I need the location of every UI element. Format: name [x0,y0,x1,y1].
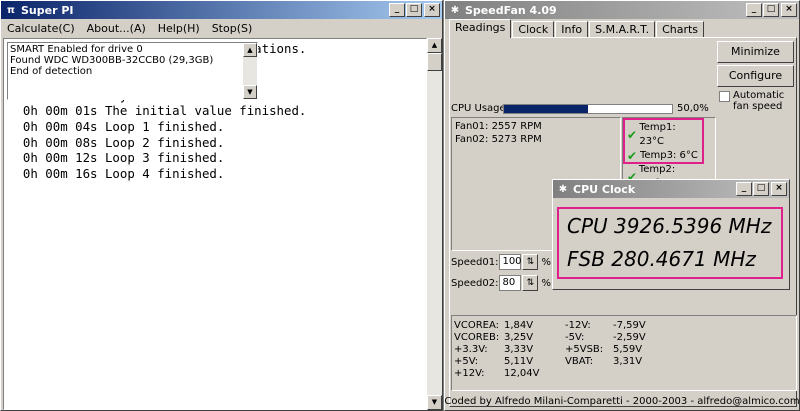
maximize-button[interactable]: □ [763,3,779,17]
scroll-down-icon[interactable]: ▼ [427,395,442,410]
speed01-label: Speed01: [451,256,499,268]
menu-help[interactable]: Help(H) [158,22,200,35]
percent-label: % [541,277,551,289]
auto-fan-label-line: Automatic [733,90,785,101]
check-icon: ✔ [627,149,638,163]
minimize-button[interactable]: _ [389,3,405,17]
superpi-menubar: Calculate(C) About...(A) Help(H) Stop(S) [1,19,442,37]
volt-name: +5VSB: [565,344,604,355]
menu-calculate[interactable]: Calculate(C) [7,22,75,35]
log-line: End of detection [10,66,93,77]
volt-value: 3,25V [504,332,534,343]
cpu-usage-value: 50,0% [677,103,709,114]
cpuclock-title: CPU Clock [573,182,636,196]
minimize-app-button[interactable]: Minimize [717,41,794,63]
volt-value: 5,11V [504,356,534,367]
console-line: 0h 00m 04s Loop 1 finished. [8,118,225,134]
maximize-button[interactable]: □ [406,3,422,17]
tab-info[interactable]: Info [555,21,589,38]
menu-about[interactable]: About...(A) [87,22,146,35]
scroll-thumb[interactable] [427,53,442,71]
volt-name: VBAT: [565,356,594,367]
cpuclock-app-icon: ✱ [558,183,568,195]
speed02-row: Speed02: 80 ⇅ % [451,275,551,291]
menu-stop[interactable]: Stop(S) [212,22,253,35]
temp-readings: ✔Temp1: 23°C ✔Temp3: 6°C ✔Temp2: -14°C [623,118,704,189]
scroll-down-icon[interactable]: ▼ [243,85,257,99]
scroll-up-icon[interactable]: ▲ [243,43,257,57]
speed01-row: Speed01: 100 ⇅ % [451,254,551,270]
speedfan-app-icon: ✱ [450,4,460,16]
speedfan-title: SpeedFan 4.09 [465,3,557,17]
cpu-usage-label: CPU Usage [451,103,506,114]
close-button[interactable]: × [781,3,797,17]
voltage-readings: VCOREA: 1,84V VCOREB: 3,25V +3.3V: 3,33V… [451,315,797,391]
log-scrollbar[interactable]: ▲ ▼ [243,43,257,99]
minimize-button[interactable]: _ [746,3,762,17]
speed01-input[interactable]: 100 [499,254,522,270]
tab-smart[interactable]: S.M.A.R.T. [589,21,656,38]
speed02-spinner-icon[interactable]: ⇅ [522,275,539,291]
superpi-app-icon: π [7,4,15,16]
cpu-frequency: CPU 3926.5396 MHz [567,214,772,238]
auto-fan-speed-label: Automatic fan speed [733,90,784,112]
console-line: 0h 00m 16s Loop 4 finished. [8,165,225,181]
log-line: Found WDC WD300BB-32CCB0 (29,3GB) [10,55,214,66]
console-line: 0h 00m 08s Loop 2 finished. [8,134,225,150]
volt-value: 12,04V [504,368,540,379]
scroll-up-icon[interactable]: ▲ [427,38,442,53]
close-button[interactable]: × [424,3,440,17]
superpi-titlebar[interactable]: π Super PI _ □ × [1,1,442,19]
minimize-button[interactable]: _ [736,182,752,196]
volt-name: -5V: [565,332,585,343]
speedfan-titlebar[interactable]: ✱ SpeedFan 4.09 _ □ × [445,1,799,19]
cpu-usage-fill [504,105,588,113]
detection-log[interactable]: SMART Enabled for drive 0 Found WDC WD30… [7,42,258,100]
volt-name: VCOREB: [454,332,500,343]
auto-fan-label-line: fan speed [733,101,783,112]
speedfan-tabs: Readings Clock Info S.M.A.R.T. Charts [449,19,705,38]
log-line: SMART Enabled for drive 0 [10,44,143,55]
console-line: 0h 00m 01s The initial value finished. [8,103,307,119]
credits-footer: Coded by Alfredo Milani-Comparetti - 200… [444,396,800,407]
speed01-spinner-icon[interactable]: ⇅ [522,254,539,270]
percent-label: % [541,256,551,268]
cpuclock-titlebar[interactable]: ✱ CPU Clock _ □ × [553,180,789,198]
console-line: 0h 00m 12s Loop 3 finished. [8,150,225,166]
tab-charts[interactable]: Charts [656,21,705,38]
cpuclock-window: ✱ CPU Clock _ □ × CPU 3926.5396 MHz FSB … [552,179,790,290]
speed02-input[interactable]: 80 [499,275,522,291]
configure-button[interactable]: Configure [717,65,794,87]
volt-value: -7,59V [613,320,646,331]
fsb-frequency: FSB 280.4671 MHz [567,247,756,271]
volt-name: VCOREA: [454,320,499,331]
check-icon: ✔ [627,128,638,142]
volt-value: -2,59V [613,332,646,343]
cpu-usage-bar [503,104,673,114]
superpi-scrollbar[interactable]: ▲ ▼ [427,38,442,410]
volt-name: +3.3V: [454,344,488,355]
maximize-button[interactable]: □ [753,182,769,196]
superpi-title: Super PI [21,3,74,17]
close-button[interactable]: × [771,182,787,196]
volt-name: +5V: [454,356,479,367]
volt-value: 3,33V [504,344,534,355]
temp-reading: Temp1: 23°C [639,122,676,147]
auto-fan-speed-checkbox[interactable] [719,91,730,102]
volt-value: 1,84V [504,320,534,331]
volt-name: +12V: [454,368,485,379]
speed02-label: Speed02: [451,277,499,289]
fan-reading: Fan02: 5273 RPM [455,134,542,145]
temp-reading: Temp3: 6°C [640,150,698,161]
tab-readings[interactable]: Readings [449,19,512,38]
tab-clock[interactable]: Clock [512,21,555,38]
volt-value: 5,59V [613,344,643,355]
cpuclock-display: CPU 3926.5396 MHz FSB 280.4671 MHz [557,207,783,279]
volt-value: 3,31V [613,356,643,367]
fan-reading: Fan01: 2557 RPM [455,121,542,132]
volt-name: -12V: [565,320,591,331]
